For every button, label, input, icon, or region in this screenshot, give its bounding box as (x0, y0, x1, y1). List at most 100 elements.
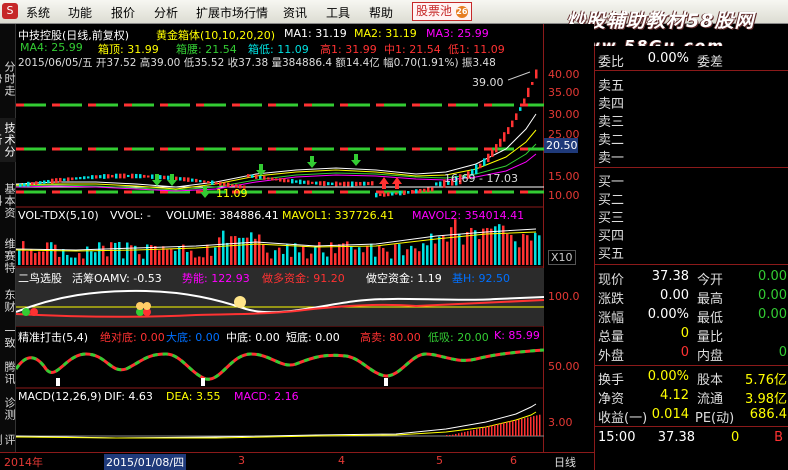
volume-bar (218, 237, 221, 265)
buy-5-label: 买五 (598, 247, 625, 262)
candle (275, 178, 278, 181)
stock-pool-button[interactable]: 股票池 26 (412, 2, 472, 21)
candle (315, 181, 318, 185)
volume-bar (434, 243, 437, 265)
volume-bar (166, 249, 169, 265)
volume-bar (106, 256, 109, 265)
macd-bar (524, 418, 526, 436)
volume-bar (310, 253, 313, 265)
candle (343, 181, 346, 187)
volume-bar (222, 230, 225, 265)
jz-marker (56, 378, 60, 386)
menu-system[interactable]: 系统 (26, 4, 50, 21)
stat-label: 最高 (697, 292, 724, 307)
candle (123, 173, 126, 179)
volume-bar (198, 256, 201, 265)
period-label[interactable]: 日线 (554, 454, 576, 470)
volume-bar (494, 226, 497, 265)
candle (119, 173, 122, 179)
candle (67, 177, 70, 182)
tab-fundamentals[interactable]: 基本资料 (0, 179, 16, 223)
stat-row: 涨幅 0.00% 最低 0.00 (595, 306, 788, 326)
macd-bar (521, 418, 523, 436)
volume-bar (46, 242, 49, 265)
dif-label: DIF: 4.63 (104, 390, 153, 403)
stat-value: 0 (680, 326, 689, 341)
volume-bar (114, 242, 117, 265)
volume-bar (66, 254, 69, 265)
tab-tencent[interactable]: 腾讯 (0, 358, 16, 388)
menu-help[interactable]: 帮助 (369, 4, 393, 21)
vol-title: VOL-TDX(5,10) (18, 209, 99, 222)
candle (55, 178, 58, 183)
macd-bar (506, 422, 508, 436)
menu-news[interactable]: 资讯 (283, 4, 307, 21)
stat-label: 总量 (598, 330, 625, 345)
time-axis[interactable]: 2014年 2015/01/08/四 3 4 5 6 日线 (0, 452, 594, 470)
candle (423, 188, 426, 193)
erniao-title: 二鸟选股 (18, 272, 62, 285)
volume-bar (374, 256, 377, 265)
candle (47, 179, 50, 184)
candle (27, 181, 30, 187)
tab-intraday[interactable]: 分时走势 (0, 56, 16, 102)
watermark-title: 炒股辅助教材58股网 (566, 10, 755, 32)
tab-yizhi[interactable]: 一致 (0, 322, 16, 352)
macd-bar (515, 420, 517, 436)
candle (323, 181, 326, 186)
stat-label: 涨幅 (598, 311, 625, 326)
volume-bar (182, 244, 185, 265)
menu-function[interactable]: 功能 (68, 4, 92, 21)
candle (395, 192, 398, 195)
volume-bar (282, 253, 285, 265)
candle (511, 120, 514, 128)
candle (195, 178, 198, 183)
chart-area[interactable]: 中技控股(日线,前复权) 黄金箱体(10,10,20,20) MA1: 31.1… (16, 24, 544, 452)
fund-label: 净资 (598, 392, 625, 407)
volume-bar (478, 239, 481, 265)
macd-bar (539, 414, 541, 436)
volume-bar (398, 244, 401, 265)
volume-bar (178, 246, 181, 265)
volume-bar (170, 249, 173, 265)
volume-bar (74, 257, 77, 265)
menu-extended-market[interactable]: 扩展市场行情 (196, 4, 268, 21)
candle (403, 190, 406, 195)
time-label: 6 (510, 454, 517, 467)
candle (191, 178, 194, 182)
menu-tools[interactable]: 工具 (326, 4, 350, 21)
tab-pingce[interactable]: 评测王 (0, 429, 16, 451)
volume-bar (246, 237, 249, 265)
volume-bar (254, 238, 257, 265)
stat-value: 0.00 (758, 288, 787, 303)
volume-bar (526, 235, 529, 265)
volume-bar (174, 250, 177, 265)
wecha-label: 委差 (697, 55, 724, 70)
volume-bar (62, 249, 65, 265)
volume-bar (394, 244, 397, 265)
tab-technical[interactable]: 技术分析 (0, 118, 16, 162)
tab-dongcai[interactable]: 东财 (0, 286, 16, 316)
volume-bars (18, 219, 541, 265)
fund-value: 4.12 (660, 388, 689, 403)
volume-bar (98, 242, 101, 265)
price-axis: 40.00 35.00 30.00 25.00 20.50 15.00 10.0… (544, 24, 594, 452)
candle (283, 178, 286, 183)
volume-bar (294, 243, 297, 265)
vvol-label: VVOL: - (110, 209, 151, 222)
stat-row: 总量 0 量比 (595, 325, 788, 345)
candle (99, 175, 102, 179)
fund-label: 股本 (697, 373, 724, 388)
volume-bar (262, 244, 265, 265)
volume-bar (386, 251, 389, 265)
menu-analysis[interactable]: 分析 (154, 4, 178, 21)
tab-zhence[interactable]: 诊测 (0, 394, 16, 424)
menu-quote[interactable]: 报价 (111, 4, 135, 21)
smiley-icon (234, 296, 246, 308)
macd-bar (527, 417, 529, 436)
candle (31, 182, 34, 186)
tab-weisaite[interactable]: 维赛特 (0, 234, 16, 278)
candle (115, 173, 118, 179)
candle (411, 190, 414, 194)
candle (371, 181, 374, 186)
